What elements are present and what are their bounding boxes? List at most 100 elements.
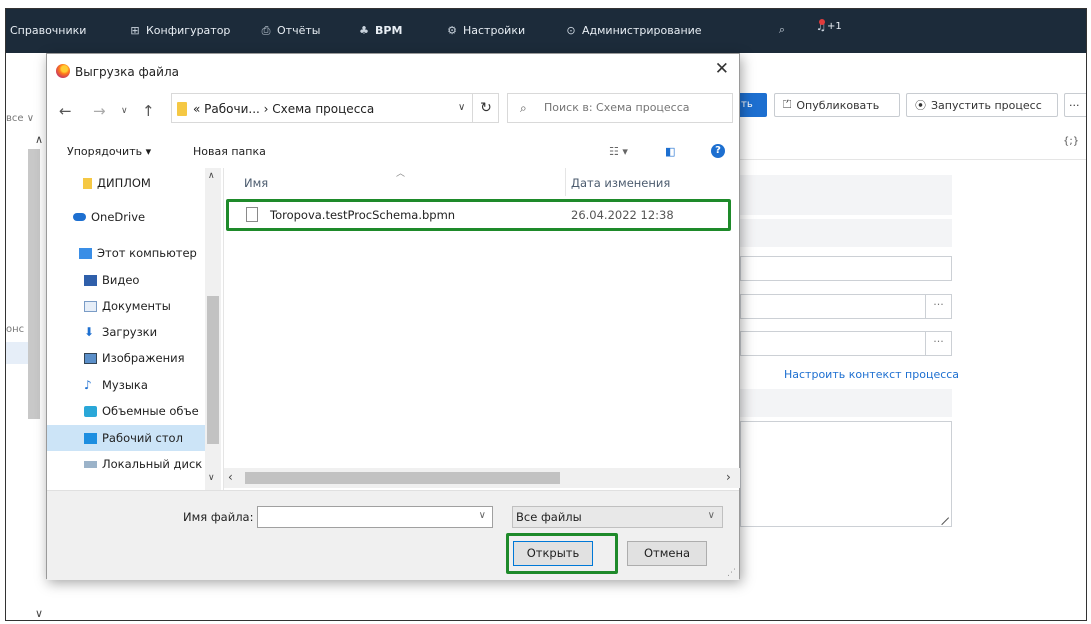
images-icon (84, 352, 97, 364)
chevron-down-icon[interactable]: ∨ (35, 607, 43, 620)
nav-item-music[interactable]: ♪ Музыка (84, 372, 222, 398)
nav-item-label: Этот компьютер (97, 246, 197, 260)
nav-bpm[interactable]: ♣ BPM (358, 24, 402, 37)
nav-administration[interactable]: ⊙ Администрирование (565, 23, 702, 37)
search-box[interactable]: ⌕ (507, 93, 733, 123)
process-name-field[interactable] (740, 256, 952, 281)
nav-item-desktop[interactable]: Рабочий стол (47, 425, 205, 451)
gear-icon: ⚙ (447, 23, 457, 37)
nav-item-local-disk[interactable]: Локальный диск (84, 451, 205, 477)
new-folder-button[interactable]: Новая папка (193, 145, 266, 158)
nav-label: Отчёты (277, 24, 321, 37)
search-input[interactable] (544, 101, 724, 114)
screen: Справочники ⊞ Конфигуратор ⎙ Отчёты ♣ BP… (5, 8, 1087, 621)
refresh-icon[interactable]: ↻ (472, 94, 499, 122)
publish-label: Опубликовать (796, 98, 880, 112)
file-type-select[interactable]: Все файлы ∨ (512, 506, 723, 528)
search-button[interactable]: ⌕ (776, 24, 788, 36)
highlight-box-open (506, 533, 618, 574)
nav-configurator[interactable]: ⊞ Конфигуратор (129, 24, 230, 37)
more-icon: ··· (1069, 98, 1080, 112)
resize-grip-icon[interactable]: ⋰ (727, 568, 736, 578)
file-name-label: Имя файла: (183, 510, 254, 524)
forward-arrow-icon[interactable]: → (93, 102, 106, 120)
shield-icon: ⊙ (566, 23, 576, 37)
recent-dropdown-icon[interactable]: ∨ (121, 106, 128, 116)
nav-pane-scrollbar[interactable]: ∧ ∨ (205, 168, 221, 490)
navigation-pane: ДИПЛОМ OneDrive Этот компьютер Видео Док… (47, 168, 222, 490)
left-selected-fragment (6, 342, 28, 364)
nav-label: Конфигуратор (146, 24, 231, 37)
configure-context-link[interactable]: Настроить контекст процесса (784, 368, 959, 381)
lookup-field[interactable]: ··· (740, 331, 952, 356)
resize-grip-icon[interactable] (934, 510, 950, 526)
scroll-left-icon[interactable]: ‹ (228, 470, 233, 484)
column-header-date[interactable]: Дата изменения (571, 176, 670, 190)
nav-settings[interactable]: ⚙ Настройки (446, 24, 525, 37)
description-textarea[interactable] (740, 421, 952, 527)
scroll-right-icon[interactable]: › (726, 470, 731, 484)
code-icon[interactable]: {;} (1063, 136, 1079, 147)
file-upload-dialog: Выгрузка файла ✕ ← → ∨ ↑ « Рабочи... › С… (46, 53, 740, 580)
chevron-down-icon[interactable]: ∨ (458, 102, 465, 113)
nav-item-3d-objects[interactable]: Объемные объе (84, 398, 222, 424)
chevron-down-icon[interactable]: ∨ (479, 510, 486, 521)
notification-dot (819, 19, 825, 25)
lookup-button[interactable]: ··· (925, 332, 951, 355)
column-header-name[interactable]: Имя (244, 176, 268, 190)
run-process-label: Запустить процесс (931, 98, 1042, 112)
nav-item-onedrive[interactable]: OneDrive (73, 204, 222, 230)
computer-icon (79, 247, 92, 259)
nav-item-downloads[interactable]: ⬇ Загрузки (84, 319, 222, 345)
organize-menu[interactable]: Упорядочить ▾ (67, 145, 151, 158)
file-list: ︿ Имя Дата изменения Toropova.testProcSc… (223, 168, 740, 490)
cancel-button[interactable]: Отмена (627, 541, 707, 566)
3d-objects-icon (84, 405, 97, 417)
up-arrow-icon[interactable]: ↑ (142, 102, 155, 120)
play-icon: ⦿ (915, 99, 926, 112)
address-bar[interactable]: « Рабочи... › Схема процесса ∨ ↻ (171, 93, 499, 123)
address-path[interactable]: « Рабочи... › Схема процесса (193, 102, 374, 116)
nav-item-documents[interactable]: Документы (84, 293, 222, 319)
help-icon[interactable]: ? (711, 144, 725, 158)
view-options-icon[interactable]: ☷ ▾ (609, 145, 628, 158)
folder-icon (177, 102, 187, 116)
scrollbar-thumb[interactable] (245, 472, 560, 484)
filter-fragment[interactable]: все ∨ (6, 113, 34, 124)
file-name-input[interactable]: ∨ (257, 506, 493, 528)
horizontal-scrollbar[interactable]: ‹ › (224, 468, 740, 488)
column-divider[interactable] (565, 168, 566, 196)
section-header (740, 219, 952, 247)
nav-reports[interactable]: ⎙ Отчёты (260, 24, 321, 37)
close-icon[interactable]: ✕ (715, 59, 729, 79)
nav-item-this-pc[interactable]: Этот компьютер (79, 240, 222, 266)
left-scrollbar[interactable] (28, 149, 40, 419)
video-icon (84, 274, 97, 286)
nav-item-label: Видео (102, 273, 140, 287)
save-button-fragment[interactable]: ть (740, 93, 767, 117)
cloud-icon (73, 213, 86, 221)
lookup-button[interactable]: ··· (925, 295, 951, 318)
nav-directories[interactable]: Справочники (10, 24, 86, 37)
publish-button[interactable]: ⏍ Опубликовать (774, 93, 900, 117)
nav-item-label: Рабочий стол (102, 431, 183, 445)
app-topbar: Справочники ⊞ Конфигуратор ⎙ Отчёты ♣ BP… (6, 9, 1086, 53)
preview-pane-icon[interactable]: ◧ (665, 145, 675, 158)
run-process-button[interactable]: ⦿ Запустить процесс (906, 93, 1058, 117)
nav-label: Администрирование (582, 24, 702, 37)
chevron-up-icon[interactable]: ∧ (35, 133, 43, 146)
scroll-up-icon[interactable]: ∧ (208, 171, 215, 181)
highlight-box-file (226, 199, 731, 231)
scroll-down-icon[interactable]: ∨ (208, 473, 215, 483)
scrollbar-thumb[interactable] (207, 296, 219, 444)
lookup-field[interactable]: ··· (740, 294, 952, 319)
more-button[interactable]: ··· (1064, 93, 1086, 117)
nav-item-video[interactable]: Видео (84, 267, 222, 293)
nav-label: Настройки (463, 24, 526, 37)
command-bar: Упорядочить ▾ Новая папка ☷ ▾ ◧ ? (47, 138, 739, 164)
notifications-button[interactable]: ♫ +1 (815, 19, 842, 33)
nav-item-images[interactable]: Изображения (84, 345, 222, 371)
back-arrow-icon[interactable]: ← (59, 102, 72, 120)
nav-item-diploma[interactable]: ДИПЛОМ (83, 170, 222, 196)
download-icon: ⬇ (84, 324, 95, 339)
